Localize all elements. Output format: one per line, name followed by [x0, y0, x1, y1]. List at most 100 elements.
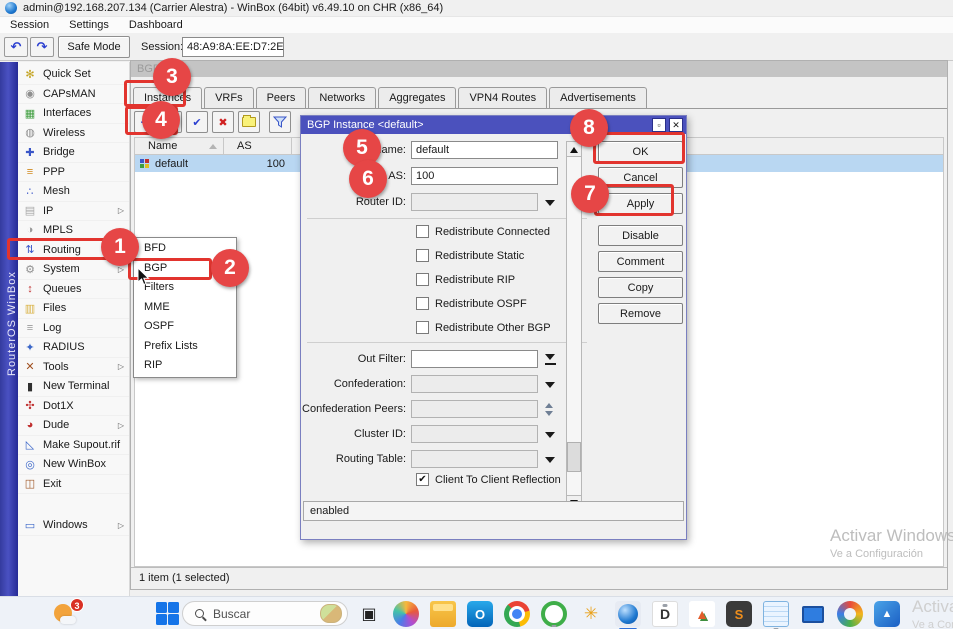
taskbar-icon-gns3[interactable]: ✳ [578, 601, 604, 627]
close-button[interactable]: ✕ [669, 118, 683, 132]
taskbar-icon-file-explorer[interactable] [430, 601, 456, 627]
taskbar-icon-cone-app[interactable]: ▲ [689, 601, 715, 627]
field-control[interactable] [411, 450, 555, 468]
dropdown-bar-icon[interactable] [545, 353, 556, 365]
field-control[interactable] [411, 350, 556, 368]
disable-button[interactable]: ✖ [212, 111, 234, 133]
sidebar-item[interactable]: ▤ IP ▷ [18, 202, 129, 222]
weather-widget[interactable]: 3 [54, 602, 80, 624]
sidebar-item[interactable]: ↕ Queues [18, 280, 129, 300]
start-button[interactable] [156, 602, 180, 626]
dialog-button[interactable]: Copy [598, 277, 683, 298]
redistribute-checkbox-row[interactable]: Redistribute Static [416, 249, 551, 262]
field-input[interactable] [411, 400, 538, 418]
sidebar-item[interactable]: ◉ CAPsMAN [18, 85, 129, 105]
sidebar-item[interactable]: ≡ PPP [18, 163, 129, 183]
redistribute-checkbox-row[interactable]: Redistribute Connected [416, 225, 551, 238]
field-control[interactable] [411, 425, 555, 443]
bgp-tab[interactable]: VRFs [204, 87, 254, 108]
field-input[interactable] [411, 350, 538, 368]
sidebar-item-windows[interactable]: ▭ Windows ▷ [18, 516, 129, 536]
dialog-button[interactable]: OK [598, 141, 683, 162]
context-menu-item[interactable]: Filters [135, 278, 235, 298]
session-field[interactable]: 48:A9:8A:EE:D7:2E [182, 37, 284, 57]
enable-button[interactable]: ✔ [186, 111, 208, 133]
dialog-scrollbar[interactable] [566, 141, 582, 511]
checkbox-unchecked[interactable] [416, 249, 429, 262]
field-control[interactable]: 100 [411, 167, 558, 185]
minimize-button[interactable]: ▫ [652, 118, 666, 132]
context-menu-item[interactable]: OSPF [135, 317, 235, 337]
sidebar-item[interactable]: ◑ MPLS [18, 221, 129, 241]
sidebar-item[interactable]: ▦ Interfaces [18, 104, 129, 124]
sidebar-item[interactable]: ◫ Exit [18, 475, 129, 495]
taskbar-icon-notepad[interactable] [763, 601, 789, 627]
sidebar-item[interactable]: ✦ RADIUS [18, 338, 129, 358]
taskbar-icon-color-ring[interactable] [837, 601, 863, 627]
context-menu-item[interactable]: RIP [135, 356, 235, 376]
sidebar-item[interactable]: ◕ Dude ▷ [18, 416, 129, 436]
sidebar-item[interactable]: ▥ Files [18, 299, 129, 319]
scroll-up-icon[interactable] [567, 142, 581, 157]
comment-button[interactable] [238, 111, 260, 133]
field-input[interactable] [411, 193, 538, 211]
dialog-button[interactable]: Comment [598, 251, 683, 272]
field-control[interactable] [411, 399, 553, 420]
field-input[interactable] [411, 375, 538, 393]
taskbar-icon-task-view[interactable]: ▣ [356, 601, 382, 627]
spinner-icon[interactable] [545, 399, 553, 420]
sidebar-item[interactable]: ◺ Make Supout.rif [18, 436, 129, 456]
sidebar-item[interactable]: ∴ Mesh [18, 182, 129, 202]
redistribute-checkbox-row[interactable]: Redistribute RIP [416, 273, 551, 286]
scrollbar-thumb[interactable] [567, 442, 581, 472]
checkbox-unchecked[interactable] [416, 297, 429, 310]
menubar-item[interactable]: Session [0, 17, 59, 33]
filter-button[interactable] [269, 111, 291, 133]
add-button[interactable]: + [134, 111, 156, 133]
sidebar-item[interactable]: ✻ Quick Set [18, 65, 129, 85]
field-control[interactable]: default [411, 141, 558, 159]
context-menu-item[interactable]: MME [135, 298, 235, 318]
bgp-tab[interactable]: Advertisements [549, 87, 647, 108]
column-header-name[interactable]: Name [135, 138, 224, 154]
sidebar-item[interactable]: ≡ Log [18, 319, 129, 339]
dialog-button[interactable]: Apply [598, 193, 683, 214]
column-header-as[interactable]: AS [224, 138, 292, 154]
field-input[interactable]: 100 [411, 167, 558, 185]
taskbar-search[interactable]: Buscar [182, 601, 348, 626]
field-input[interactable]: default [411, 141, 558, 159]
taskbar-icon-sublime-text[interactable]: S [726, 601, 752, 627]
bgp-tab[interactable]: Instances [133, 87, 202, 109]
redistribute-checkbox-row[interactable]: Redistribute OSPF [416, 297, 551, 310]
dialog-button[interactable]: Cancel [598, 167, 683, 188]
dropdown-arrow-icon[interactable] [545, 382, 555, 393]
checkbox-checked[interactable]: ✔ [416, 473, 429, 486]
dropdown-arrow-icon[interactable] [545, 432, 555, 443]
taskbar-icon-copilot[interactable] [393, 601, 419, 627]
sidebar-item[interactable]: ⚙ System ▷ [18, 260, 129, 280]
undo-button[interactable]: ↶ [4, 37, 28, 57]
menubar-item[interactable]: Dashboard [119, 17, 193, 33]
sidebar-item[interactable]: ◎ New WinBox [18, 455, 129, 475]
sidebar-item[interactable]: ◍ Wireless [18, 124, 129, 144]
sidebar-item[interactable]: ▮ New Terminal [18, 377, 129, 397]
taskbar-icon-green-app[interactable] [541, 601, 567, 627]
checkbox-unchecked[interactable] [416, 321, 429, 334]
taskbar-icon-remote-pc[interactable] [800, 601, 826, 627]
dropdown-arrow-icon[interactable] [545, 457, 555, 468]
taskbar-icon-winbox[interactable] [615, 601, 641, 627]
sidebar-item[interactable]: ✚ Bridge [18, 143, 129, 163]
remove-button[interactable]: − [160, 111, 182, 133]
checkbox-unchecked[interactable] [416, 225, 429, 238]
bgp-tab[interactable]: Networks [308, 87, 376, 108]
redistribute-checkbox-row[interactable]: Redistribute Other BGP [416, 321, 551, 334]
taskbar-icon-outlook[interactable]: O [467, 601, 493, 627]
context-menu-item[interactable]: BFD [135, 239, 235, 259]
safe-mode-button[interactable]: Safe Mode [58, 36, 130, 58]
taskbar-icon-chrome[interactable] [504, 601, 530, 627]
taskbar-icon-dia[interactable]: D [652, 601, 678, 627]
field-input[interactable] [411, 450, 538, 468]
client-reflection-checkbox-row[interactable]: ✔ Client To Client Reflection [416, 473, 561, 486]
sidebar-item[interactable]: ⇅ Routing ▷ [18, 241, 129, 261]
bgp-tab[interactable]: Aggregates [378, 87, 456, 108]
